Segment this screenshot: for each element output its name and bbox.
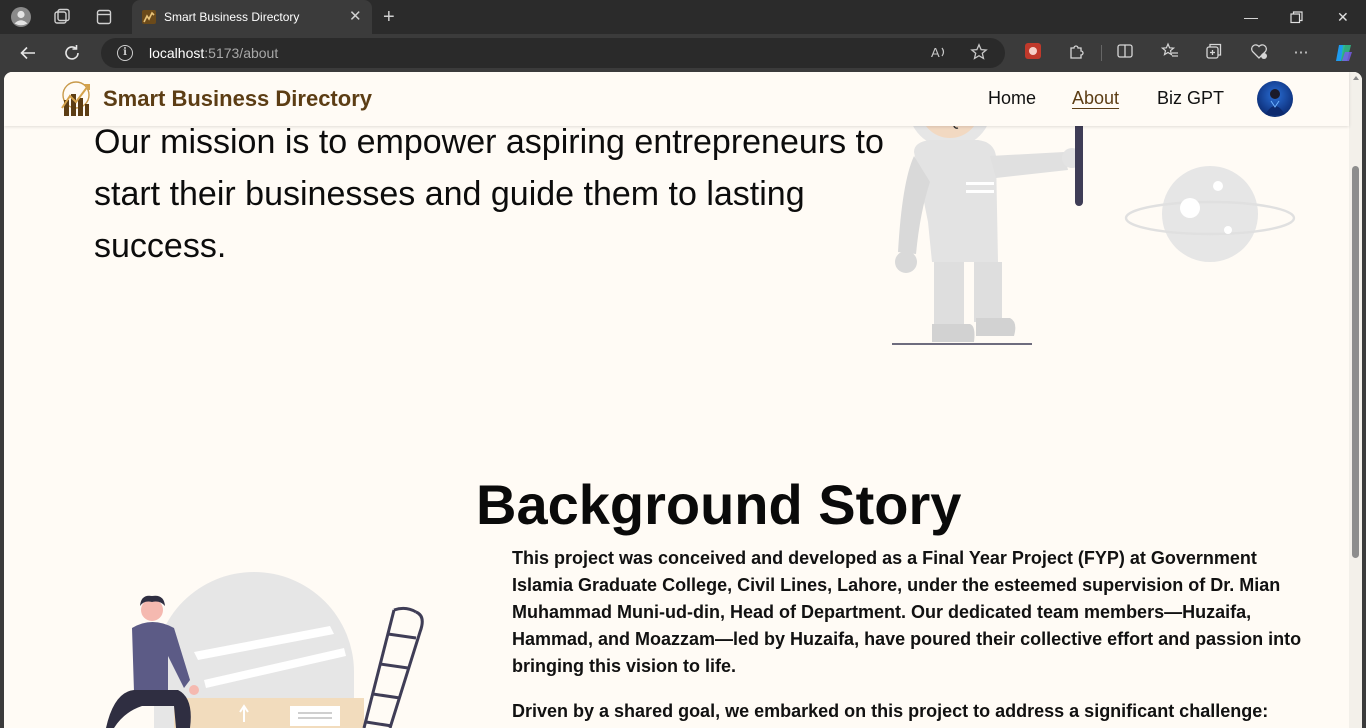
site-navbar: Smart Business Directory Home About Biz … [4, 72, 1349, 126]
background-story-title: Background Story [476, 473, 962, 536]
brand-name[interactable]: Smart Business Directory [103, 86, 372, 112]
favorites-icon[interactable] [1159, 42, 1181, 64]
browser-titlebar: Smart Business Directory ✕ + — ✕ [0, 0, 1366, 34]
browser-toolbar: i localhost:5173/about A ⋯ [0, 34, 1366, 72]
minimize-icon[interactable]: — [1244, 8, 1258, 26]
tab-actions-icon[interactable] [93, 6, 115, 28]
address-url[interactable]: localhost:5173/about [149, 45, 278, 61]
close-tab-icon[interactable]: ✕ [349, 9, 362, 25]
star-icon[interactable] [970, 43, 988, 67]
split-screen-icon[interactable] [1114, 42, 1136, 64]
refresh-icon[interactable] [61, 42, 83, 64]
user-avatar[interactable] [1257, 81, 1293, 117]
scroll-up-arrow-icon[interactable] [1353, 76, 1359, 80]
puzzle-icon[interactable] [1066, 42, 1088, 64]
close-window-icon[interactable]: ✕ [1337, 8, 1349, 26]
toolbar-separator [1101, 45, 1102, 61]
tab-title: Smart Business Directory [164, 10, 300, 24]
background-story-paragraph-1: This project was conceived and developed… [512, 548, 1302, 676]
copilot-icon[interactable] [1333, 42, 1355, 64]
address-bar[interactable]: i localhost:5173/about A [101, 38, 1005, 68]
svg-text:A: A [931, 45, 940, 60]
background-story-paragraph-2: Driven by a shared goal, we embarked on … [512, 701, 1269, 721]
new-tab-icon[interactable]: + [383, 6, 395, 28]
mission-statement: Our mission is to empower aspiring entre… [94, 123, 884, 265]
more-menu-icon[interactable]: ⋯ [1290, 42, 1312, 64]
browser-essentials-icon[interactable] [1248, 42, 1270, 64]
collections-icon[interactable] [1203, 42, 1225, 64]
back-arrow-icon[interactable] [17, 42, 39, 64]
workspaces-icon[interactable] [51, 6, 73, 28]
page-viewport: Smart Business Directory Home About Biz … [4, 72, 1362, 728]
nav-link-about[interactable]: About [1072, 88, 1119, 109]
site-favicon-icon [141, 9, 157, 25]
nav-link-home[interactable]: Home [988, 88, 1036, 109]
nav-link-biz-gpt[interactable]: Biz GPT [1157, 88, 1224, 109]
browser-tab-active[interactable]: Smart Business Directory ✕ [132, 0, 372, 34]
restore-icon[interactable] [1290, 8, 1303, 28]
read-aloud-icon[interactable]: A [930, 43, 948, 67]
extension-red-icon[interactable] [1022, 42, 1044, 64]
brand-logo-icon[interactable] [60, 80, 92, 118]
astronaut-illustration [884, 72, 1304, 352]
profile-icon[interactable] [10, 6, 32, 28]
page-scrollbar[interactable] [1349, 72, 1362, 728]
person-boxes-illustration [94, 572, 434, 728]
site-info-icon[interactable]: i [117, 45, 133, 61]
scrollbar-thumb[interactable] [1352, 166, 1359, 558]
